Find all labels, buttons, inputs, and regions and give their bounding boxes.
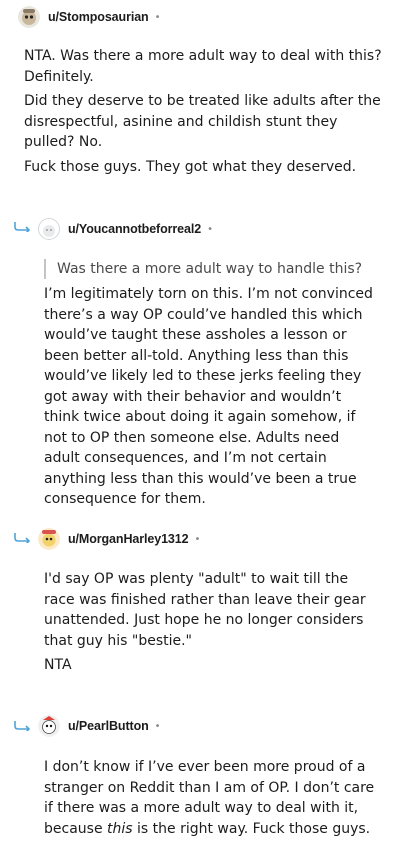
reply-arrow-icon <box>14 533 31 543</box>
comment-paragraph: NTA. Was there a more adult way to deal … <box>24 48 382 85</box>
comment-header: u/PearlButton • <box>38 715 161 737</box>
separator-dot: • <box>154 11 161 23</box>
snoo-avatar-icon <box>38 528 60 550</box>
username[interactable]: u/MorganHarley1312 <box>68 532 189 546</box>
comment-paragraph: I'd say OP was plenty "adult" to wait ti… <box>44 571 366 649</box>
comment-body: NTA. Was there a more adult way to deal … <box>24 46 386 177</box>
avatar[interactable] <box>38 528 60 550</box>
comment-paragraph: NTA <box>44 657 72 673</box>
snoo-avatar-icon <box>18 6 40 28</box>
avatar[interactable] <box>18 6 40 28</box>
snoo-avatar-icon <box>38 218 60 240</box>
separator-dot: • <box>207 223 214 235</box>
comment-paragraph: Fuck those guys. They got what they dese… <box>24 158 357 175</box>
comment-header: u/MorganHarley1312 • <box>38 528 200 550</box>
reply-arrow-icon <box>14 721 31 731</box>
blockquote: Was there a more adult way to handle thi… <box>44 259 379 279</box>
comment-paragraph: I’m legitimately torn on this. I’m not c… <box>44 286 373 507</box>
reply-arrow-icon <box>14 222 31 232</box>
username[interactable]: u/PearlButton <box>68 719 149 733</box>
comment-text: is the right way. Fuck those guys. <box>132 820 371 837</box>
separator-dot: • <box>194 533 201 545</box>
comment-body: I'd say OP was plenty "adult" to wait ti… <box>44 569 379 676</box>
emphasis-text: this <box>107 820 133 837</box>
comment-paragraph: Did they deserve to be treated like adul… <box>24 93 381 150</box>
comment-body: I don’t know if I’ve ever been more prou… <box>44 757 382 839</box>
username[interactable]: u/Stomposaurian <box>48 10 149 24</box>
avatar[interactable] <box>38 218 60 240</box>
avatar[interactable] <box>38 715 60 737</box>
comment-paragraph: I don’t know if I’ve ever been more prou… <box>44 757 382 839</box>
snoo-avatar-icon <box>38 715 60 737</box>
username[interactable]: u/Youcannotbeforreal2 <box>68 222 201 236</box>
comment-header: u/Stomposaurian • <box>18 6 161 28</box>
comment-body: Was there a more adult way to handle thi… <box>44 259 379 510</box>
comment-header: u/Youcannotbeforreal2 • <box>38 218 213 240</box>
separator-dot: • <box>154 720 161 732</box>
